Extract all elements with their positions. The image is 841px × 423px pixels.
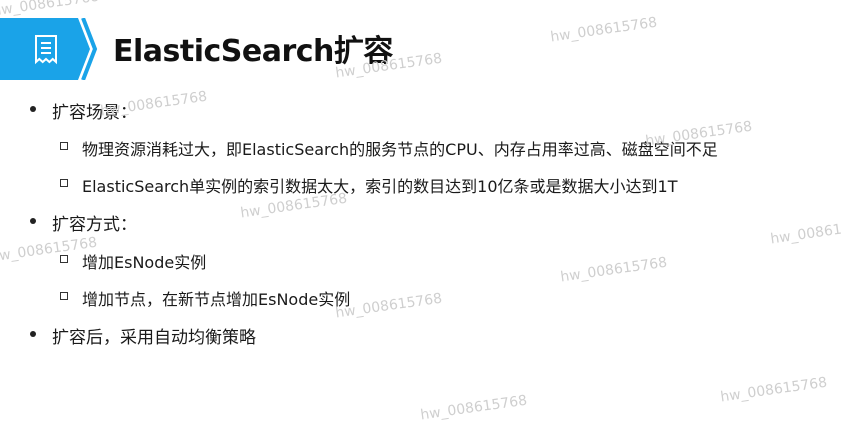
watermark: hw_008615768 xyxy=(559,254,669,286)
watermark: hw_008615768 xyxy=(0,0,101,20)
watermark: hw_008615768 xyxy=(719,374,829,406)
header-banner xyxy=(0,17,100,81)
watermark: hw_008615768 xyxy=(334,290,444,322)
watermark: hw_008615768 xyxy=(549,14,659,46)
slide-title: ElasticSearch扩容 xyxy=(113,34,393,69)
watermark: hw_008615768 xyxy=(769,216,841,248)
watermark: hw_008615768 xyxy=(419,392,529,423)
